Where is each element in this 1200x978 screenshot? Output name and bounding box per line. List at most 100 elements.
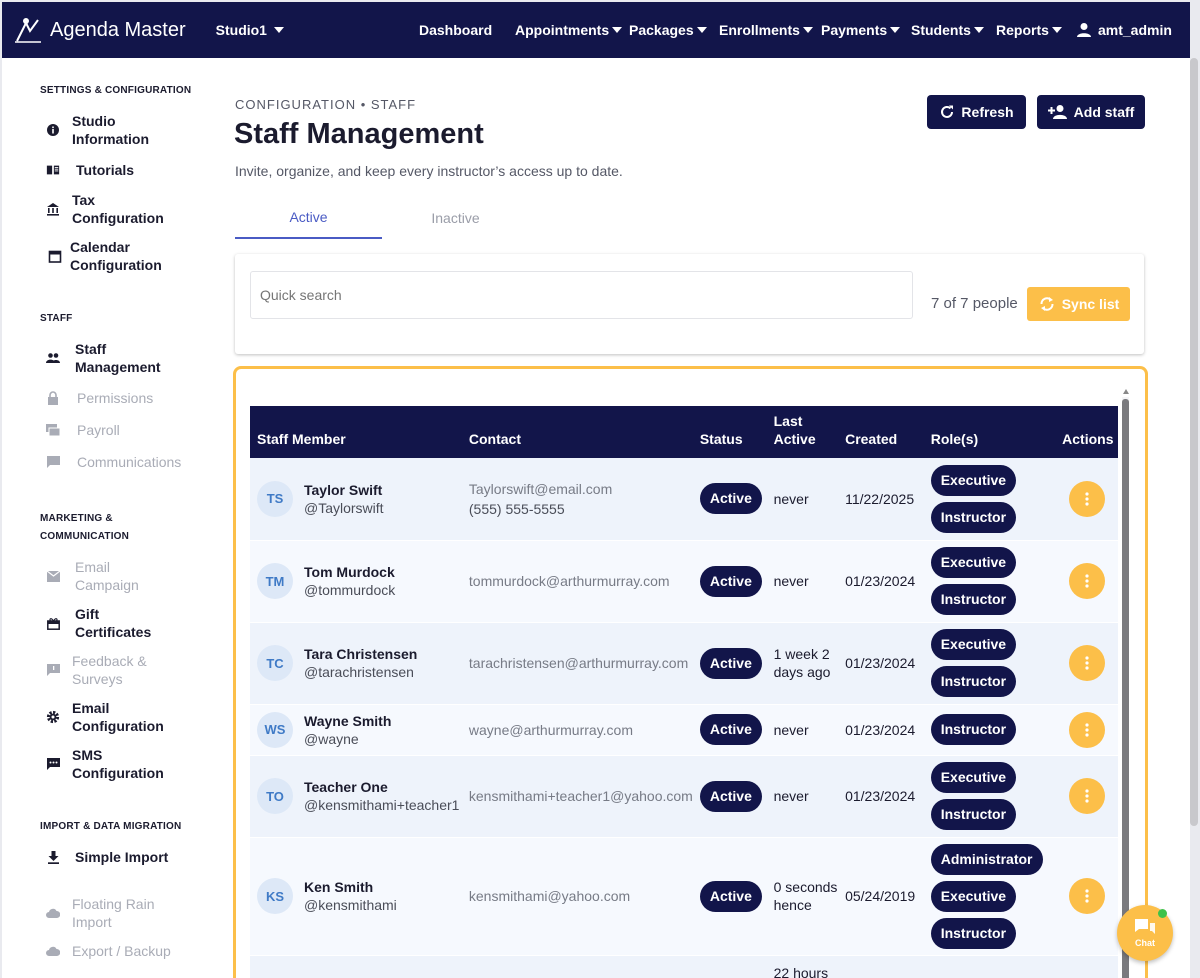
header-last-active[interactable]: Last Active <box>767 406 838 458</box>
download-icon <box>46 850 60 864</box>
row-actions-button[interactable] <box>1069 711 1106 748</box>
header-status[interactable]: Status <box>693 406 767 458</box>
nav-appointments-label: Appointments <box>515 22 610 38</box>
created-date: 05/24/2019 <box>845 888 916 904</box>
sidebar-item-label: Payroll <box>77 422 120 438</box>
last-active: never <box>773 573 809 589</box>
sidebar-item-label: Floating Rain Import <box>72 896 155 930</box>
quick-search-input[interactable] <box>250 271 913 319</box>
search-card: 7 of 7 people Sync list <box>235 254 1144 354</box>
sidebar-item-label: Calendar Configuration <box>70 239 162 273</box>
header-contact[interactable]: Contact <box>462 406 693 458</box>
staff-name: Tom Murdock <box>304 564 395 580</box>
sidebar-item-tax-configuration[interactable]: Tax Configuration <box>46 191 172 227</box>
feedback-icon <box>46 663 60 677</box>
status-badge: Active <box>699 483 762 515</box>
sidebar-heading-marketing: MARKETING & COMMUNICATION <box>40 513 130 542</box>
sidebar-heading-import: IMPORT & DATA MIGRATION <box>40 821 182 832</box>
user-name: amt_admin <box>1098 22 1172 38</box>
sidebar-item-communications[interactable]: Communications <box>46 453 182 471</box>
scroll-up-icon[interactable] <box>1123 389 1129 394</box>
refresh-icon <box>941 105 954 118</box>
staff-table: Staff Member Contact Status Last Active … <box>250 406 1118 978</box>
nav-payments[interactable]: Payments <box>821 22 911 38</box>
header-actions: Actions <box>1062 431 1114 447</box>
more-vertical-icon <box>1085 492 1089 506</box>
brand[interactable]: Agenda Master <box>12 14 186 46</box>
tab-inactive[interactable]: Inactive <box>382 196 529 239</box>
email-icon <box>46 569 60 583</box>
chat-button[interactable]: Chat <box>1117 905 1173 961</box>
page-subtitle: Invite, organize, and keep every instruc… <box>235 163 623 179</box>
sidebar-item-permissions[interactable]: Permissions <box>46 389 177 407</box>
add-staff-button[interactable]: Add staff <box>1037 95 1145 129</box>
nav-packages[interactable]: Packages <box>629 22 719 38</box>
sidebar-item-calendar-configuration[interactable]: Calendar Configuration <box>48 238 170 274</box>
table-row[interactable]: TO Teacher One @kensmithami+teacher1 kensm… <box>250 755 1118 837</box>
row-actions-button[interactable] <box>1069 480 1106 517</box>
header-created[interactable]: Created <box>838 406 924 458</box>
table-row[interactable]: TM Tom Murdock @tommurdock tommurdock@arth… <box>250 540 1118 622</box>
row-actions-button[interactable] <box>1069 645 1106 681</box>
role-badge: Instructor <box>930 666 1017 697</box>
top-nav: Agenda Master Studio1 Dashboard Appointm… <box>2 2 1190 58</box>
sidebar-item-feedback-surveys[interactable]: Feedback & Surveys <box>46 652 172 688</box>
add-person-icon <box>1047 105 1067 119</box>
studio-selector[interactable]: Studio1 <box>216 22 284 38</box>
nav-reports[interactable]: Reports <box>996 22 1076 38</box>
sidebar-item-tutorials[interactable]: Tutorials <box>46 161 176 179</box>
avatar: WS <box>257 711 293 748</box>
sidebar-item-label: Tutorials <box>76 162 135 178</box>
staff-handle: @kensmithami+teacher1 <box>304 797 460 813</box>
nav-dashboard[interactable]: Dashboard <box>419 22 515 38</box>
sidebar-item-floating-rain-import[interactable]: Floating Rain Import <box>46 895 172 931</box>
created-date: 11/22/2025 <box>845 490 915 507</box>
message-icon <box>46 455 60 469</box>
staff-email: kensmithami@yahoo.com <box>468 888 631 904</box>
user-menu[interactable]: amt_admin <box>1076 22 1172 38</box>
user-icon <box>1077 23 1091 37</box>
table-scrollbar[interactable] <box>1122 399 1129 978</box>
table-row[interactable]: 22 hours <box>250 955 1118 978</box>
sidebar-item-email-campaign[interactable]: Email Campaign <box>46 558 175 594</box>
sidebar-item-simple-import[interactable]: Simple Import <box>46 848 175 866</box>
nav-enrollments[interactable]: Enrollments <box>719 22 821 38</box>
sync-list-button[interactable]: Sync list <box>1027 287 1130 321</box>
sms-icon <box>46 757 60 771</box>
sidebar-item-gift-certificates[interactable]: Gift Certificates <box>46 605 175 641</box>
staff-phone: (555) 555-5555 <box>468 500 565 517</box>
sidebar-item-label: Communications <box>77 454 182 470</box>
chevron-down-icon <box>273 27 284 33</box>
table-row[interactable]: TS Taylor Swift @Taylorswift Taylorswift@e… <box>250 458 1118 540</box>
main-nav: Dashboard Appointments Packages Enrollme… <box>419 2 1172 58</box>
nav-reports-label: Reports <box>996 22 1049 38</box>
role-badge: Instructor <box>930 584 1017 615</box>
sidebar-item-label: SMS Configuration <box>72 747 164 781</box>
row-actions-button[interactable] <box>1069 778 1106 814</box>
row-actions-button[interactable] <box>1069 878 1106 914</box>
role-badge: Administrator <box>930 843 1043 875</box>
sidebar-item-email-configuration[interactable]: Email Configuration <box>46 699 172 735</box>
breadcrumb: CONFIGURATION • STAFF <box>235 97 417 112</box>
sidebar-heading-staff: STAFF <box>40 313 73 324</box>
sidebar-item-payroll[interactable]: Payroll <box>46 421 177 439</box>
header-staff-member[interactable]: Staff Member <box>250 406 462 458</box>
cloud-icon <box>46 906 60 920</box>
sidebar-item-export-backup[interactable]: Export / Backup <box>46 942 172 960</box>
status-badge: Active <box>699 880 762 912</box>
table-row[interactable]: WS Wayne Smith @wayne wayne@arthurmurray.c… <box>250 704 1118 755</box>
sidebar-item-studio-information[interactable]: Studio Information <box>46 112 172 148</box>
refresh-button[interactable]: Refresh <box>927 95 1026 129</box>
page-scrollbar[interactable] <box>1190 58 1198 826</box>
tab-active[interactable]: Active <box>235 196 382 239</box>
nav-appointments[interactable]: Appointments <box>515 22 629 38</box>
sidebar-item-sms-configuration[interactable]: SMS Configuration <box>46 746 172 782</box>
table-row[interactable]: KS Ken Smith @kensmithami kensmithami@yaho… <box>250 837 1118 955</box>
avatar: TO <box>257 778 293 814</box>
table-row[interactable]: TC Tara Christensen @tarachristensen tarac… <box>250 622 1118 704</box>
header-roles[interactable]: Role(s) <box>924 406 1055 458</box>
row-actions-button[interactable] <box>1069 563 1106 599</box>
nav-students[interactable]: Students <box>911 22 996 38</box>
sidebar-item-staff-management[interactable]: Staff Management <box>46 340 175 376</box>
staff-handle: @tarachristensen <box>304 664 414 680</box>
